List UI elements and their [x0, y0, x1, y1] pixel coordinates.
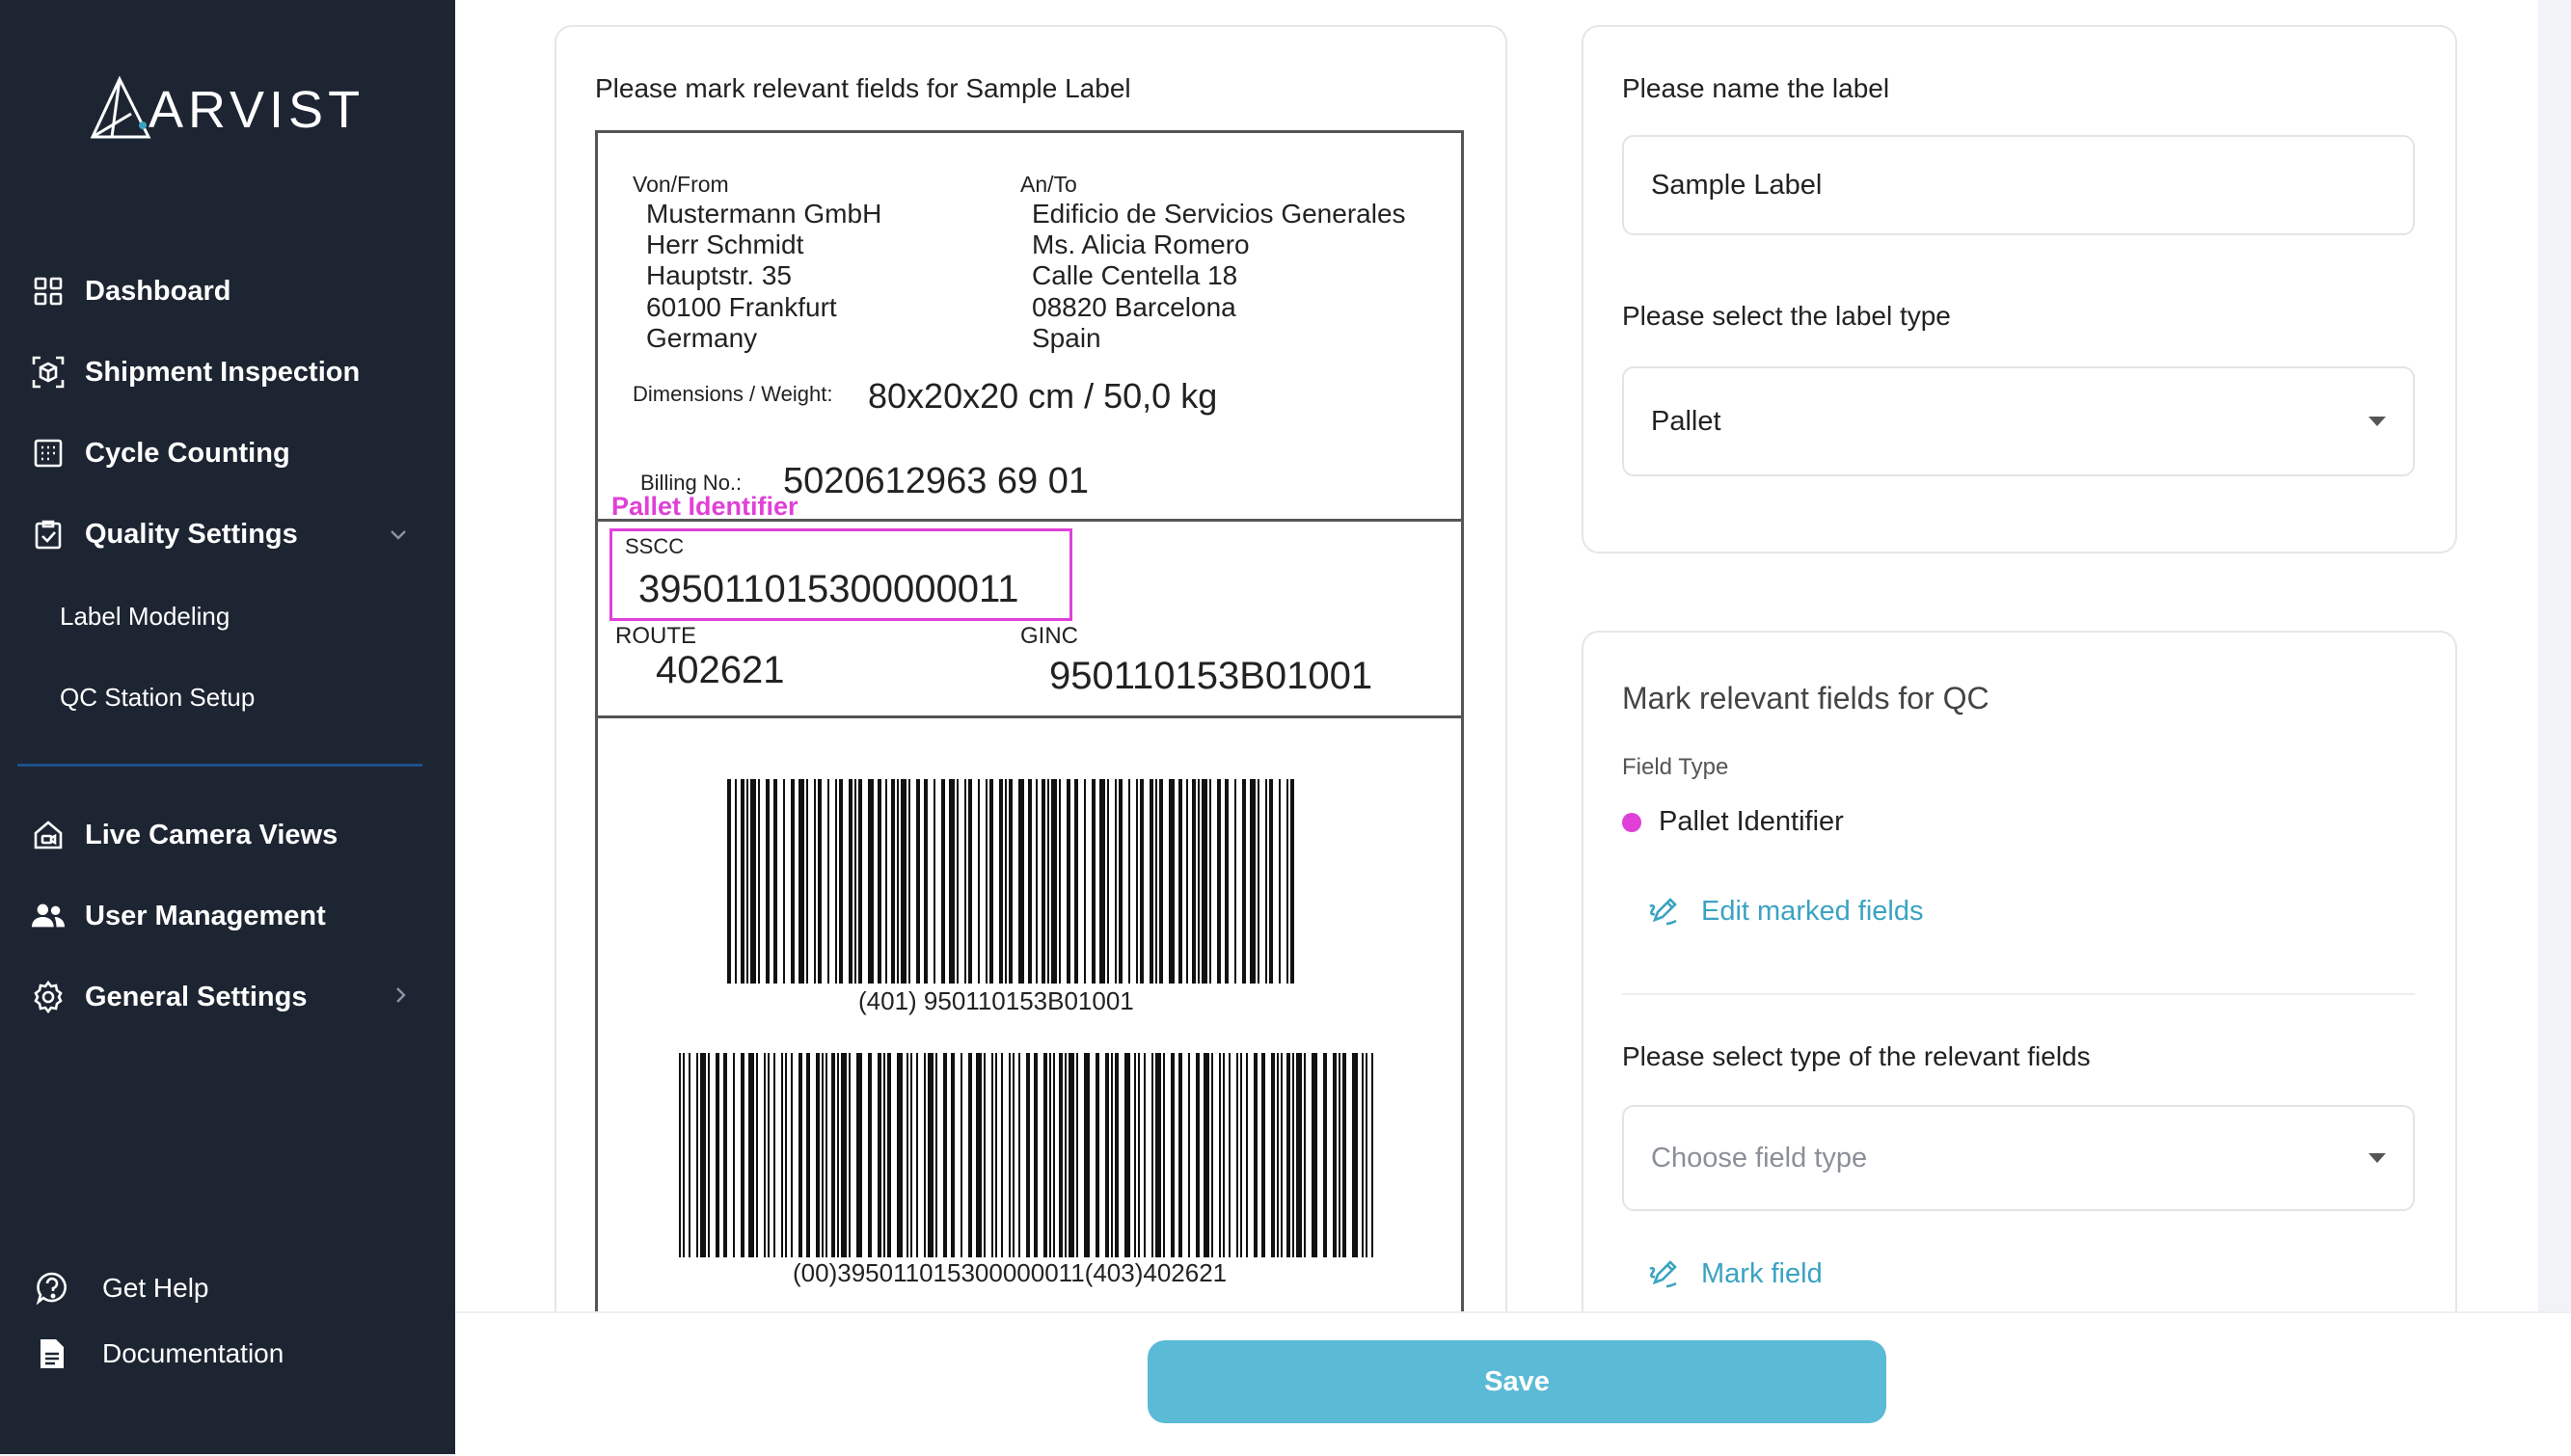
marked-field-box[interactable] [609, 528, 1072, 621]
sidebar-item-label: Dashboard [85, 275, 231, 307]
section-divider [1622, 993, 2415, 995]
label-ginc-heading: GINC [1020, 623, 1078, 649]
marked-field-caption: Pallet Identifier [611, 492, 798, 521]
label-type-value: Pallet [1651, 405, 1721, 437]
sidebar-item-label: Shipment Inspection [85, 356, 361, 388]
field-type-select[interactable]: Choose field type [1622, 1105, 2415, 1211]
home-camera-icon [31, 818, 66, 852]
chevron-right-icon[interactable] [395, 984, 407, 1010]
label-type-select[interactable]: Pallet [1622, 366, 2415, 476]
caret-down-icon [2368, 417, 2386, 426]
qc-fields-card: Mark relevant fields for QC Field Type P… [1582, 631, 2457, 1406]
brand-name: ARVIST [149, 81, 365, 139]
document-icon [35, 1336, 69, 1371]
save-button[interactable]: Save [1148, 1340, 1886, 1423]
field-color-dot [1622, 812, 1641, 832]
edit-marked-fields-link[interactable]: Edit marked fields [1647, 895, 1924, 928]
box-scan-icon [31, 355, 66, 390]
label-image[interactable]: Von/From Mustermann GmbH Herr Schmidt Ha… [595, 130, 1464, 1314]
sidebar-divider [17, 764, 422, 767]
chevron-down-icon[interactable] [390, 522, 407, 547]
gear-icon [31, 980, 66, 1014]
mark-link-label: Mark field [1701, 1257, 1823, 1289]
calendar-grid-icon [31, 436, 66, 471]
edit-link-label: Edit marked fields [1701, 895, 1924, 927]
brand-logo[interactable]: ARVIST [85, 75, 365, 145]
barcode-2 [679, 1053, 1373, 1257]
sidebar-item-label: Cycle Counting [85, 437, 290, 469]
sidebar-documentation[interactable]: Documentation [35, 1336, 284, 1371]
field-type-item: Pallet Identifier [1622, 806, 1844, 838]
label-from-heading: Von/From [633, 172, 729, 197]
label-route-value: 402621 [656, 649, 785, 691]
sidebar-bottom-label: Get Help [102, 1273, 209, 1303]
sidebar-item-dashboard[interactable]: Dashboard [31, 264, 230, 318]
sidebar-item-cycle-counting[interactable]: Cycle Counting [31, 426, 290, 480]
caret-down-icon [2368, 1153, 2386, 1163]
barcode-1-text: (401) 950110153B01001 [858, 986, 1134, 1015]
label-type-prompt: Please select the label type [1622, 301, 1951, 331]
sidebar-item-general-settings[interactable]: General Settings [31, 970, 407, 1024]
clipboard-check-icon [31, 517, 66, 552]
field-type-heading: Field Type [1622, 754, 1729, 780]
users-icon [31, 899, 66, 933]
sidebar-item-label: Live Camera Views [85, 819, 338, 850]
scrollbar-track[interactable] [2538, 0, 2571, 1311]
field-type-placeholder: Choose field type [1651, 1142, 1868, 1173]
label-name-prompt: Please name the label [1622, 73, 1890, 103]
label-name-card: Please name the label Sample Label Pleas… [1582, 25, 2457, 553]
sidebar-item-label: General Settings [85, 981, 308, 1012]
sidebar-item-label: User Management [85, 900, 326, 931]
sidebar-bottom-label: Documentation [102, 1338, 284, 1368]
field-type-name: Pallet Identifier [1659, 806, 1844, 837]
pen-mark-icon [1649, 1260, 1677, 1288]
sidebar-item-qc-station-setup[interactable]: QC Station Setup [60, 673, 255, 721]
sidebar-item-live-camera-views[interactable]: Live Camera Views [31, 808, 338, 862]
label-from-address: Mustermann GmbH Herr Schmidt Hauptstr. 3… [646, 199, 882, 353]
pen-mark-icon [1649, 898, 1677, 926]
barcode-2-text: (00)395011015300000011(403)402621 [793, 1258, 1228, 1287]
barcode-1 [727, 779, 1294, 984]
label-billing-value: 5020612963 69 01 [783, 461, 1089, 501]
help-icon [35, 1271, 69, 1306]
label-dims-value: 80x20x20 cm / 50,0 kg [868, 376, 1218, 416]
grid-icon [31, 274, 66, 309]
label-route-heading: ROUTE [615, 623, 696, 649]
label-to-heading: An/To [1020, 172, 1077, 197]
sidebar-item-label-modeling[interactable]: Label Modeling [60, 592, 230, 640]
sidebar-item-user-management[interactable]: User Management [31, 889, 326, 943]
sidebar-item-shipment-inspection[interactable]: Shipment Inspection [31, 345, 360, 399]
label-name-value: Sample Label [1651, 169, 1823, 201]
label-marking-title: Please mark relevant fields for Sample L… [595, 73, 1131, 103]
sidebar-item-label: Quality Settings [85, 518, 298, 550]
sidebar: ARVIST Dashboard Shipment Inspection Cyc… [0, 0, 455, 1454]
label-ginc-value: 950110153B01001 [1049, 655, 1373, 697]
qc-card-title: Mark relevant fields for QC [1622, 681, 1989, 715]
label-to-address: Edificio de Servicios Generales Ms. Alic… [1032, 199, 1406, 353]
arvist-logo-icon [90, 75, 151, 139]
mark-field-link[interactable]: Mark field [1647, 1257, 1823, 1290]
field-type-select-prompt: Please select type of the relevant field… [1622, 1041, 2091, 1071]
sidebar-get-help[interactable]: Get Help [35, 1271, 209, 1306]
sidebar-item-quality-settings[interactable]: Quality Settings [31, 507, 407, 561]
label-name-input[interactable]: Sample Label [1622, 135, 2415, 235]
label-dims-heading: Dimensions / Weight: [633, 382, 833, 406]
label-divider [598, 715, 1461, 718]
